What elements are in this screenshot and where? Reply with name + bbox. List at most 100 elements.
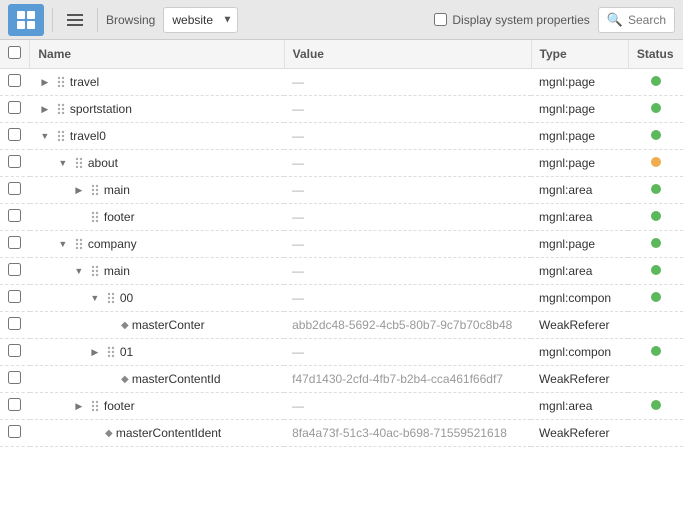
node-name-label: travel0: [70, 129, 106, 143]
row-checkbox[interactable]: [8, 344, 21, 357]
node-type: mgnl:compon: [531, 285, 628, 312]
node-name-label: footer: [104, 399, 135, 413]
status-dot: [651, 292, 661, 302]
node-status: [628, 366, 683, 393]
node-type: mgnl:page: [531, 150, 628, 177]
expand-button[interactable]: ▶: [72, 183, 86, 197]
property-icon: ◆: [104, 428, 114, 438]
expand-button[interactable]: ▶: [72, 399, 86, 413]
expand-button[interactable]: ▶: [38, 102, 52, 116]
col-header-type: Type: [531, 40, 628, 69]
app-logo: [8, 4, 44, 36]
toolbar-divider-1: [52, 8, 53, 32]
node-type: mgnl:area: [531, 393, 628, 420]
node-name-label: 01: [120, 345, 133, 359]
status-dot: [651, 265, 661, 275]
status-dot: [651, 400, 661, 410]
browsing-select[interactable]: website dam config: [163, 7, 238, 33]
drag-icon: [88, 210, 102, 224]
node-value: —: [284, 393, 531, 420]
col-header-value: Value: [284, 40, 531, 69]
table-row: ▶ footer —mgnl:area: [0, 393, 683, 420]
table-row: ▼main—mgnl:area: [0, 258, 683, 285]
display-sys-props-checkbox[interactable]: [434, 13, 447, 26]
col-header-status: Status: [628, 40, 683, 69]
drag-icon: [54, 129, 68, 143]
node-value: —: [284, 339, 531, 366]
node-type: WeakReferer: [531, 420, 628, 447]
node-type: mgnl:area: [531, 177, 628, 204]
row-checkbox[interactable]: [8, 155, 21, 168]
status-dot: [651, 211, 661, 221]
node-name-label: masterConter: [132, 318, 205, 332]
row-checkbox[interactable]: [8, 74, 21, 87]
search-icon: 🔍: [607, 12, 623, 28]
status-dot: [651, 130, 661, 140]
table-body: ▶travel—mgnl:page▶sportstation—mgnl:page…: [0, 69, 683, 447]
browsing-label: Browsing: [106, 13, 155, 27]
node-type: mgnl:compon: [531, 339, 628, 366]
row-checkbox[interactable]: [8, 128, 21, 141]
row-checkbox[interactable]: [8, 236, 21, 249]
row-checkbox[interactable]: [8, 263, 21, 276]
table-header-row: Name Value Type Status: [0, 40, 683, 69]
expand-button[interactable]: ▶: [38, 75, 52, 89]
display-sys-props-wrapper: Display system properties: [434, 13, 589, 27]
drag-icon: [72, 237, 86, 251]
table-row: ◆masterContentIdent8fa4a73f-51c3-40ac-b6…: [0, 420, 683, 447]
expand-placeholder: [72, 210, 86, 224]
row-checkbox[interactable]: [8, 371, 21, 384]
node-name-label: 00: [120, 291, 133, 305]
node-status: [628, 150, 683, 177]
drag-icon: [104, 345, 118, 359]
menu-button[interactable]: [61, 6, 89, 34]
node-status: [628, 420, 683, 447]
node-value: —: [284, 177, 531, 204]
node-value: —: [284, 96, 531, 123]
row-checkbox[interactable]: [8, 317, 21, 330]
expand-button[interactable]: ▶: [88, 345, 102, 359]
drag-icon: [54, 102, 68, 116]
node-value: —: [284, 150, 531, 177]
node-type: mgnl:area: [531, 258, 628, 285]
table-row: ▶ 01 —mgnl:compon: [0, 339, 683, 366]
drag-icon: [104, 291, 118, 305]
table-row: ▼ about —mgnl:page: [0, 150, 683, 177]
row-checkbox[interactable]: [8, 101, 21, 114]
node-status: [628, 123, 683, 150]
expand-button[interactable]: ▼: [56, 156, 70, 170]
toolbar: Browsing website dam config ▼ Display sy…: [0, 0, 683, 40]
search-button[interactable]: 🔍 Search: [598, 7, 675, 33]
node-name-label: travel: [70, 75, 99, 89]
node-status: [628, 258, 683, 285]
expand-button[interactable]: ▼: [38, 129, 52, 143]
node-value: —: [284, 258, 531, 285]
row-checkbox[interactable]: [8, 290, 21, 303]
row-checkbox[interactable]: [8, 182, 21, 195]
node-value: —: [284, 123, 531, 150]
node-type: WeakReferer: [531, 312, 628, 339]
drag-icon: [88, 264, 102, 278]
status-dot: [651, 346, 661, 356]
select-all-checkbox[interactable]: [8, 46, 21, 59]
node-status: [628, 204, 683, 231]
expand-button[interactable]: ▼: [88, 291, 102, 305]
node-value: —: [284, 231, 531, 258]
node-type: mgnl:page: [531, 231, 628, 258]
node-type: mgnl:page: [531, 123, 628, 150]
node-name-label: about: [88, 156, 118, 170]
node-status: [628, 312, 683, 339]
node-status: [628, 96, 683, 123]
row-checkbox[interactable]: [8, 425, 21, 438]
node-status: [628, 285, 683, 312]
table-row: ▼ travel0 —mgnl:page: [0, 123, 683, 150]
property-icon: ◆: [120, 320, 130, 330]
row-checkbox[interactable]: [8, 398, 21, 411]
row-checkbox[interactable]: [8, 209, 21, 222]
expand-button[interactable]: ▼: [72, 264, 86, 278]
search-label: Search: [628, 13, 666, 27]
status-dot: [651, 103, 661, 113]
expand-button[interactable]: ▼: [56, 237, 70, 251]
node-value: f47d1430-2cfd-4fb7-b2b4-cca461f66df7: [284, 366, 531, 393]
status-dot: [651, 157, 661, 167]
